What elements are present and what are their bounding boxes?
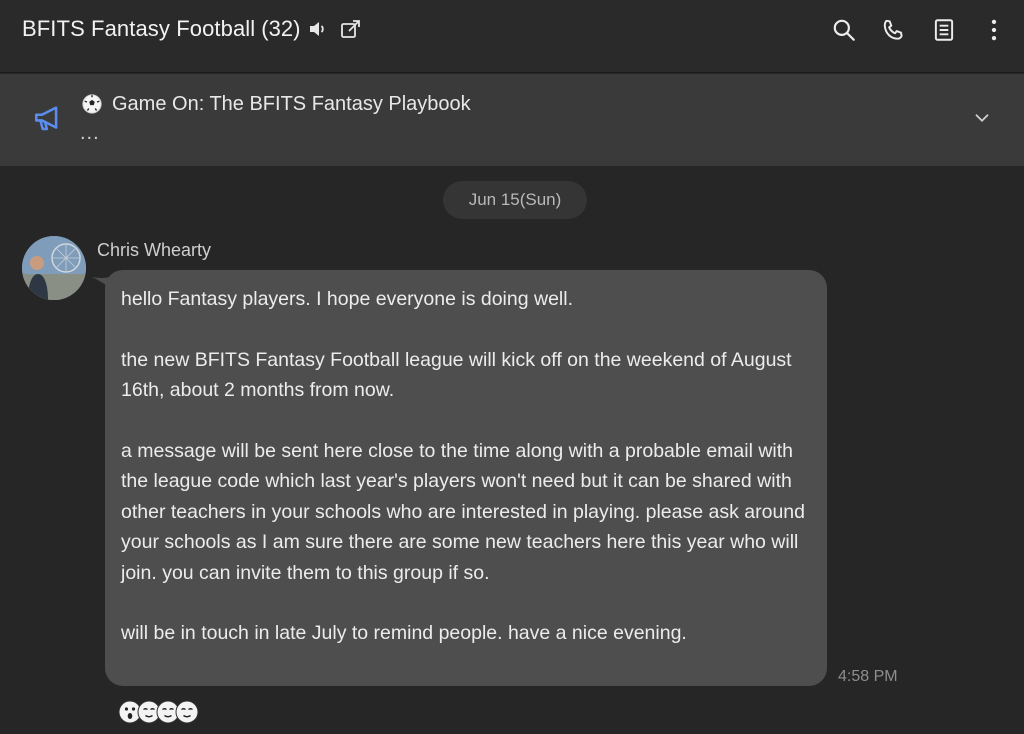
megaphone-icon: [32, 102, 66, 136]
announcement-preview: ...: [80, 122, 100, 144]
relieved-reaction-icon[interactable]: [175, 700, 199, 724]
message-text: hello Fantasy players. I hope everyone i…: [121, 284, 821, 649]
chevron-down-icon[interactable]: [970, 106, 994, 130]
avatar[interactable]: [22, 236, 86, 300]
member-count[interactable]: (32): [261, 16, 300, 42]
popout-icon[interactable]: [338, 16, 364, 42]
announcement-title-row: Game On: The BFITS Fantasy Playbook: [80, 92, 471, 116]
date-divider: Jun 15(Sun): [443, 181, 587, 219]
chat-title-group: BFITS Fantasy Football (32): [22, 16, 364, 42]
search-icon[interactable]: [828, 14, 860, 46]
message-paragraph: the new BFITS Fantasy Football league wi…: [121, 348, 792, 402]
message-bubble[interactable]: hello Fantasy players. I hope everyone i…: [105, 270, 827, 686]
message-timestamp: 4:58 PM: [838, 668, 898, 685]
header-actions: [828, 14, 1010, 46]
notes-icon[interactable]: [928, 14, 960, 46]
speaker-icon[interactable]: [306, 16, 332, 42]
chat-title[interactable]: BFITS Fantasy Football: [22, 16, 255, 42]
announcement-banner[interactable]: Game On: The BFITS Fantasy Playbook ...: [0, 74, 1024, 166]
reactions-row[interactable]: [118, 700, 199, 724]
message-paragraph: will be in touch in late July to remind …: [121, 622, 687, 645]
chat-window: BFITS Fantasy Football (32) Game On: The…: [0, 0, 1024, 734]
soccer-ball-icon: [80, 92, 104, 116]
more-vertical-icon[interactable]: [978, 14, 1010, 46]
chat-header: BFITS Fantasy Football (32): [0, 0, 1024, 73]
sender-name[interactable]: Chris Whearty: [97, 240, 211, 261]
message-paragraph: a message will be sent here close to the…: [121, 440, 805, 584]
announcement-title: Game On: The BFITS Fantasy Playbook: [112, 92, 471, 115]
message-paragraph: hello Fantasy players. I hope everyone i…: [121, 288, 574, 310]
phone-icon[interactable]: [878, 14, 910, 46]
